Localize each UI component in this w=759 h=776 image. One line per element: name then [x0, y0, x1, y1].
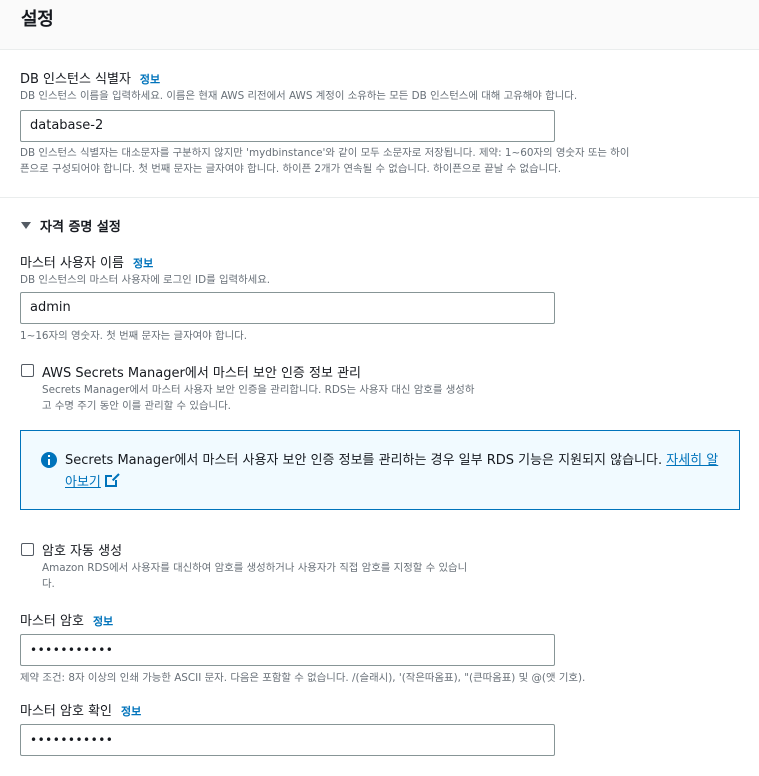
alert-message: Secrets Manager에서 마스터 사용자 보안 인증 정보를 관리하는…	[65, 453, 663, 468]
secrets-manager-description-line2: 고 수명 주기 동안 이를 관리할 수 있습니다.	[42, 400, 231, 412]
confirm-password-info-link[interactable]: 정보	[121, 705, 141, 718]
master-password-label: 마스터 암호	[20, 614, 84, 629]
master-username-label: 마스터 사용자 이름	[20, 256, 124, 271]
master-username-info-link[interactable]: 정보	[133, 257, 153, 270]
master-username-label-row: 마스터 사용자 이름 정보	[20, 252, 153, 271]
credentials-section-toggle[interactable]: 자격 증명 설정	[20, 216, 121, 235]
master-password-hint: 제약 조건: 8자 이상의 인쇄 가능한 ASCII 문자. 다음은 포함할 수…	[20, 672, 586, 684]
confirm-password-input[interactable]: •••••••••••	[20, 724, 555, 756]
external-link-icon[interactable]	[104, 473, 120, 487]
alert-text-block: Secrets Manager에서 마스터 사용자 보안 인증 정보를 관리하는…	[65, 450, 725, 494]
master-username-description: DB 인스턴스의 마스터 사용자에 로그인 ID를 입력하세요.	[20, 274, 271, 286]
db-identifier-input[interactable]: database-2	[20, 110, 555, 142]
caret-down-icon	[21, 222, 31, 229]
master-username-hint: 1~16자의 영숫자. 첫 번째 문자는 글자여야 합니다.	[20, 330, 248, 342]
confirm-password-label: 마스터 암호 확인	[20, 704, 112, 719]
secrets-manager-description-line1: Secrets Manager에서 마스터 사용자 보안 인증을 관리합니다. …	[42, 384, 475, 396]
db-identifier-hint-line1: DB 인스턴스 식별자는 대소문자를 구분하지 않지만 'mydbinstanc…	[20, 147, 630, 159]
auto-generate-description-line1: Amazon RDS에서 사용자를 대신하여 암호를 생성하거나 사용자가 직접…	[42, 562, 468, 574]
secrets-manager-info-alert: Secrets Manager에서 마스터 사용자 보안 인증 정보를 관리하는…	[20, 430, 740, 510]
confirm-password-label-row: 마스터 암호 확인 정보	[20, 700, 141, 719]
credentials-section-title: 자격 증명 설정	[40, 220, 121, 235]
master-username-input[interactable]: admin	[20, 292, 555, 324]
db-identifier-hint-line2: 픈으로 구성되어야 합니다. 첫 번째 문자는 글자여야 합니다. 하이픈 2개…	[20, 163, 562, 175]
db-identifier-description: DB 인스턴스 이름을 입력하세요. 이름은 현재 AWS 리전에서 AWS 계…	[20, 90, 578, 102]
master-password-label-row: 마스터 암호 정보	[20, 610, 113, 629]
secrets-manager-checkbox[interactable]	[21, 364, 34, 377]
settings-header: 설정	[0, 0, 759, 50]
db-identifier-label: DB 인스턴스 식별자	[20, 72, 131, 87]
secrets-manager-label[interactable]: AWS Secrets Manager에서 마스터 보안 인증 정보 관리	[42, 362, 361, 381]
auto-generate-password-checkbox[interactable]	[21, 543, 34, 556]
page-title: 설정	[21, 9, 54, 30]
master-password-input[interactable]: •••••••••••	[20, 634, 555, 666]
auto-generate-description-line2: 다.	[42, 578, 55, 590]
master-password-info-link[interactable]: 정보	[93, 615, 113, 628]
db-identifier-label-row: DB 인스턴스 식별자 정보	[20, 68, 160, 87]
db-identifier-info-link[interactable]: 정보	[140, 73, 160, 86]
info-icon	[41, 452, 57, 468]
section-divider	[0, 197, 759, 198]
auto-generate-password-label[interactable]: 암호 자동 생성	[42, 540, 122, 559]
